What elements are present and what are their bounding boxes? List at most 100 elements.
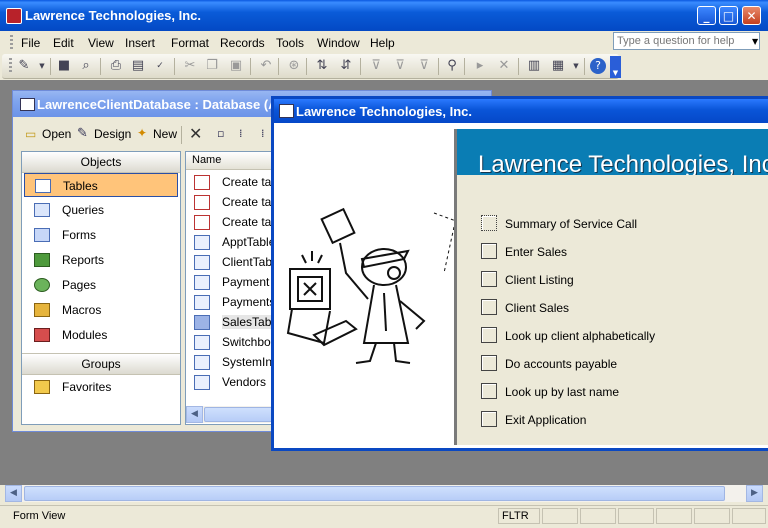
menu-window[interactable]: Window [317, 36, 360, 50]
maximize-button[interactable]: □ [719, 6, 738, 25]
main-scroll-thumb[interactable] [24, 486, 725, 501]
print-icon[interactable]: ⎙ [108, 58, 124, 74]
menu-format[interactable]: Format [171, 36, 209, 50]
undo-icon[interactable]: ↶ [258, 58, 274, 74]
query-icon [34, 203, 50, 217]
toolbar-separator [360, 58, 361, 75]
list-view-icon[interactable]: ⁞ [261, 127, 265, 140]
switchboard-title-bar[interactable]: Lawrence Technologies, Inc. [274, 99, 768, 123]
summary-of-service-call-button[interactable] [481, 215, 497, 231]
toolbar-separator [438, 58, 439, 75]
view-design-icon[interactable]: ✎ [16, 58, 32, 74]
menu-grip[interactable] [10, 35, 13, 49]
delete-icon[interactable]: ✕ [189, 124, 202, 143]
new-record-icon[interactable]: ▸ [472, 58, 488, 74]
copy-icon[interactable]: ❐ [204, 58, 220, 74]
new-button[interactable]: New [153, 127, 177, 141]
enter-sales-button[interactable] [481, 243, 497, 259]
formatting-toolbar: ✎ ▼ ■ ⌕ ⎙ ▤ ✓ ✂ ❐ ▣ ↶ ⊛ ⇅ ⇵ ⊽ ⊽ ⊽ ⚲ ▸ ✕ … [2, 54, 619, 79]
access-app-icon[interactable] [6, 8, 22, 24]
groups-header[interactable]: Groups [22, 353, 180, 375]
switchboard-item-label: Summary of Service Call [505, 217, 638, 231]
menu-view[interactable]: View [88, 36, 114, 50]
design-button[interactable]: Design [94, 127, 131, 141]
close-button[interactable]: ✕ [742, 6, 761, 25]
paste-icon[interactable]: ▣ [228, 58, 244, 74]
form-icon[interactable] [279, 104, 294, 118]
print-preview-icon[interactable]: ▤ [130, 58, 146, 74]
view-dropdown-icon[interactable]: ▼ [34, 58, 50, 74]
toolbar-separator [250, 58, 251, 75]
object-tables[interactable]: Tables [24, 173, 178, 197]
object-pages[interactable]: Pages [24, 273, 178, 297]
help-dropdown-arrow-icon[interactable]: ▼ [752, 37, 758, 46]
sort-descending-icon[interactable]: ⇵ [338, 58, 354, 74]
status-indicator-cell [542, 508, 578, 524]
menu-edit[interactable]: Edit [53, 36, 74, 50]
find-icon[interactable]: ⚲ [444, 58, 460, 74]
object-forms[interactable]: Forms [24, 223, 178, 247]
filter-by-form-icon[interactable]: ⊽ [392, 58, 408, 74]
object-macros[interactable]: Macros [24, 298, 178, 322]
menu-insert[interactable]: Insert [125, 36, 155, 50]
menu-records[interactable]: Records [220, 36, 265, 50]
new-icon[interactable]: ✦ [137, 126, 147, 140]
favorites-folder-icon [34, 380, 50, 394]
scroll-right-arrow-icon[interactable]: ▶ [746, 485, 763, 502]
macro-icon [34, 303, 50, 317]
look-up-client-alphabetically-button[interactable] [481, 327, 497, 343]
object-queries[interactable]: Queries [24, 198, 178, 222]
object-reports[interactable]: Reports [24, 248, 178, 272]
help-icon[interactable]: ? [590, 58, 606, 74]
hyperlink-icon[interactable]: ⊛ [286, 58, 302, 74]
save-icon[interactable]: ■ [56, 58, 72, 74]
database-icon[interactable] [20, 98, 35, 111]
database-window-icon[interactable]: ▥ [526, 58, 542, 74]
toolbar-separator [306, 58, 307, 75]
app-title-bar[interactable]: Lawrence Technologies, Inc. _ □ ✕ [0, 0, 768, 31]
menu-file[interactable]: File [21, 36, 40, 50]
toolbar-separator [518, 58, 519, 75]
form-icon [34, 228, 50, 242]
main-horizontal-scrollbar[interactable]: ◀ ▶ [5, 485, 763, 502]
status-indicator-cell [580, 508, 616, 524]
object-modules[interactable]: Modules [24, 323, 178, 347]
filter-by-selection-icon[interactable]: ⊽ [368, 58, 384, 74]
toolbar-separator [50, 58, 51, 75]
switchboard-item-label: Do accounts payable [505, 357, 618, 371]
do-accounts-payable-button[interactable] [481, 355, 497, 371]
scroll-left-arrow-icon[interactable]: ◀ [186, 406, 203, 423]
status-indicator-cell [694, 508, 730, 524]
toolbar-grip[interactable] [9, 58, 12, 74]
menu-help[interactable]: Help [370, 36, 395, 50]
client-listing-button[interactable] [481, 271, 497, 287]
large-icons-icon[interactable]: ▫ [217, 127, 224, 140]
new-object-icon[interactable]: ▦ [550, 58, 566, 74]
objects-pane: Objects Tables Queries Forms Reports Pag… [21, 151, 181, 425]
cut-icon[interactable]: ✂ [182, 58, 198, 74]
menu-tools[interactable]: Tools [276, 36, 304, 50]
sort-ascending-icon[interactable]: ⇅ [314, 58, 330, 74]
new-object-dropdown-icon[interactable]: ▼ [568, 58, 584, 74]
look-up-by-last-name-button[interactable] [481, 383, 497, 399]
toolbar-options-icon[interactable]: ▼ [610, 56, 621, 78]
open-icon[interactable]: ▭ [25, 127, 36, 141]
apply-filter-icon[interactable]: ⊽ [416, 58, 432, 74]
toolbar-separator [174, 58, 175, 75]
app-title: Lawrence Technologies, Inc. [25, 8, 202, 23]
file-search-icon[interactable]: ⌕ [78, 58, 94, 74]
open-button[interactable]: Open [42, 127, 71, 141]
delete-record-icon[interactable]: ✕ [496, 58, 512, 74]
help-question-input[interactable]: Type a question for help [613, 32, 760, 50]
minimize-button[interactable]: _ [697, 6, 716, 25]
objects-header[interactable]: Objects [22, 152, 180, 173]
design-icon[interactable]: ✎ [77, 126, 88, 141]
table-icon [194, 335, 210, 350]
group-favorites[interactable]: Favorites [24, 375, 178, 399]
exit-application-button[interactable] [481, 411, 497, 427]
spelling-icon[interactable]: ✓ [152, 58, 168, 74]
small-icons-icon[interactable]: ⁞ [239, 127, 243, 140]
scroll-left-arrow-icon[interactable]: ◀ [5, 485, 22, 502]
client-sales-button[interactable] [481, 299, 497, 315]
switchboard-item-label: Client Listing [505, 273, 574, 287]
